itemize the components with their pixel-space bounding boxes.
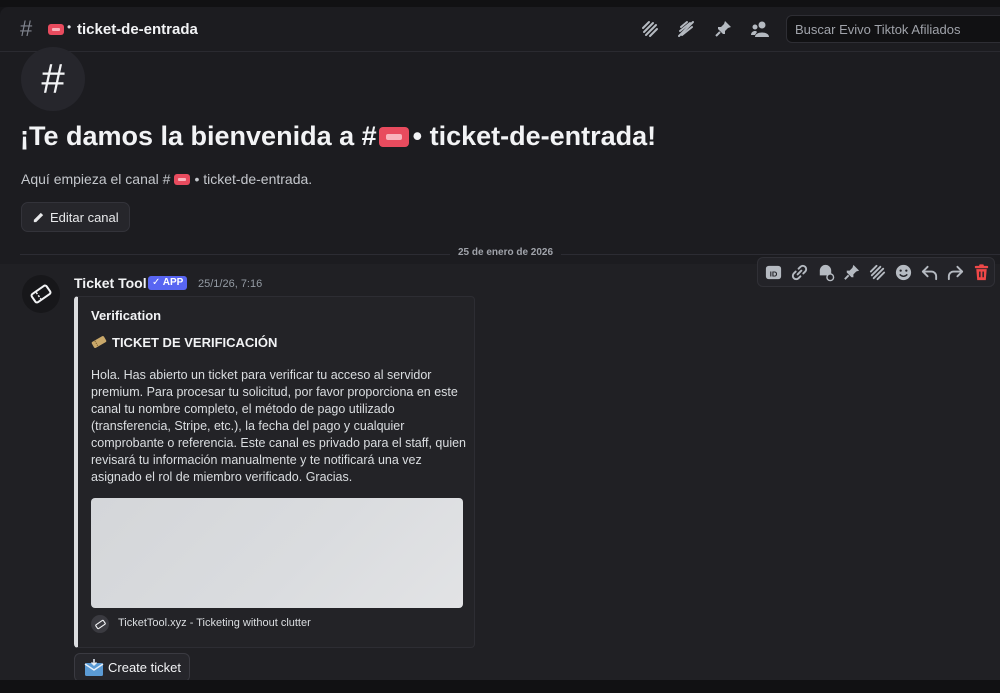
ticket-emoji-icon — [174, 173, 191, 185]
footer-logo-icon — [91, 615, 109, 633]
window-bottom-strip — [0, 680, 1000, 693]
embed-description: Hola. Has abierto un ticket para verific… — [91, 368, 466, 484]
id-icon[interactable]: ID — [764, 263, 783, 282]
chat-area: # • ticket-de-entrada Buscar Evivo Tikto… — [0, 7, 1000, 680]
create-ticket-button[interactable]: Create ticket — [74, 653, 190, 680]
welcome-title-prefix: ¡Te damos la bienvenida a # — [20, 121, 377, 151]
message-embed: Verification TICKET DE VERIFICACIÓN Hola… — [74, 296, 475, 648]
ticket-icon — [91, 336, 107, 348]
channel-hash-avatar: # — [21, 47, 85, 111]
embed-subtitle: TICKET DE VERIFICACIÓN — [91, 334, 277, 350]
reminder-icon[interactable] — [816, 263, 835, 282]
channel-name: ticket-de-entrada — [77, 21, 198, 38]
emoji-icon[interactable] — [894, 263, 913, 282]
embed-image[interactable] — [91, 498, 463, 608]
delete-icon[interactable] — [972, 263, 991, 282]
message-timestamp[interactable]: 25/1/26, 7:16 — [198, 278, 262, 290]
ticket-emoji-icon — [378, 126, 409, 147]
welcome-subtitle: Aquí empieza el canal # • ticket-de-entr… — [21, 171, 312, 187]
members-icon[interactable] — [750, 19, 770, 39]
create-ticket-label: Create ticket — [108, 660, 181, 675]
hash-icon: # — [20, 16, 33, 41]
ticket-emoji-icon — [48, 24, 64, 35]
welcome-title-suffix: • ticket-de-entrada! — [412, 121, 657, 151]
svg-text:ID: ID — [770, 269, 778, 278]
app-badge: ✓ APP — [148, 276, 188, 290]
mute-icon[interactable] — [676, 19, 696, 39]
author-name[interactable]: Ticket Tool — [74, 275, 147, 291]
pin-icon[interactable] — [713, 19, 733, 39]
embed-title: Verification — [91, 308, 162, 323]
pencil-icon — [33, 212, 44, 222]
ticket-tool-logo-icon — [30, 284, 52, 304]
edit-channel-button[interactable]: Editar canal — [21, 202, 130, 232]
channel-separator: • — [67, 20, 72, 34]
welcome-title: ¡Te damos la bienvenida a # • ticket-de-… — [20, 121, 656, 152]
forward-icon[interactable] — [946, 263, 965, 282]
window-top-strip — [0, 0, 1000, 7]
embed-subtitle-text: TICKET DE VERIFICACIÓN — [112, 334, 278, 350]
pin-icon[interactable] — [842, 263, 861, 282]
message-actions-toolbar: ID — [757, 257, 995, 287]
threads-icon[interactable] — [640, 19, 660, 39]
channel-header: # • ticket-de-entrada Buscar Evivo Tikto… — [0, 7, 1000, 52]
edit-channel-label: Editar canal — [50, 209, 119, 225]
thread-icon[interactable] — [868, 263, 887, 282]
welcome-subtitle-suffix: • ticket-de-entrada. — [194, 171, 313, 187]
search-input[interactable]: Buscar Evivo Tiktok Afiliados — [786, 15, 1000, 43]
avatar[interactable] — [22, 275, 60, 313]
envelope-icon — [84, 658, 104, 676]
embed-footer: TicketTool.xyz - Ticketing without clutt… — [118, 617, 311, 629]
reply-icon[interactable] — [920, 263, 939, 282]
date-divider-label: 25 de enero de 2026 — [450, 247, 562, 258]
welcome-subtitle-prefix: Aquí empieza el canal # — [21, 171, 171, 187]
link-icon[interactable] — [790, 263, 809, 282]
